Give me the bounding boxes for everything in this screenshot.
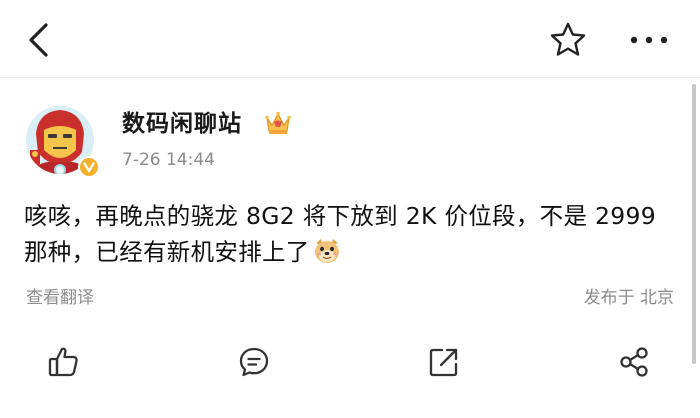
author-name[interactable]: 数码闲聊站 [122, 108, 242, 140]
back-button[interactable] [16, 18, 60, 62]
like-button[interactable] [44, 342, 84, 382]
chevron-left-icon [29, 23, 48, 57]
repost-button[interactable] [424, 342, 464, 382]
comment-icon [239, 347, 269, 377]
share-button[interactable] [614, 342, 654, 382]
share-icon [620, 347, 648, 377]
more-horizontal-icon [630, 36, 668, 44]
comment-button[interactable] [234, 342, 274, 382]
avatar[interactable] [24, 104, 100, 180]
doge-emoji-icon [312, 237, 342, 265]
view-translation-link[interactable]: 查看翻译 [26, 284, 94, 312]
post-location: 发布于 北京 [583, 288, 674, 308]
top-navigation-bar [0, 0, 700, 78]
post-time: 7-26 14:44 [122, 150, 215, 170]
favorite-button[interactable] [546, 18, 590, 62]
thumbs-up-icon [48, 347, 78, 377]
more-options-button[interactable] [624, 18, 674, 62]
weibo-post-detail: 数码闲聊站 7-26 14:44 咳咳，再晚点的骁龙 8G2 将下放到 2K 价… [0, 0, 700, 418]
crown-icon [264, 110, 292, 136]
post-text: 咳咳，再晚点的骁龙 8G2 将下放到 2K 价位段，不是 2999 那种，已经有… [24, 198, 674, 270]
repost-icon [429, 348, 458, 377]
scrollbar[interactable] [692, 84, 696, 364]
verified-v-icon [78, 156, 100, 178]
star-outline-icon [550, 22, 586, 56]
